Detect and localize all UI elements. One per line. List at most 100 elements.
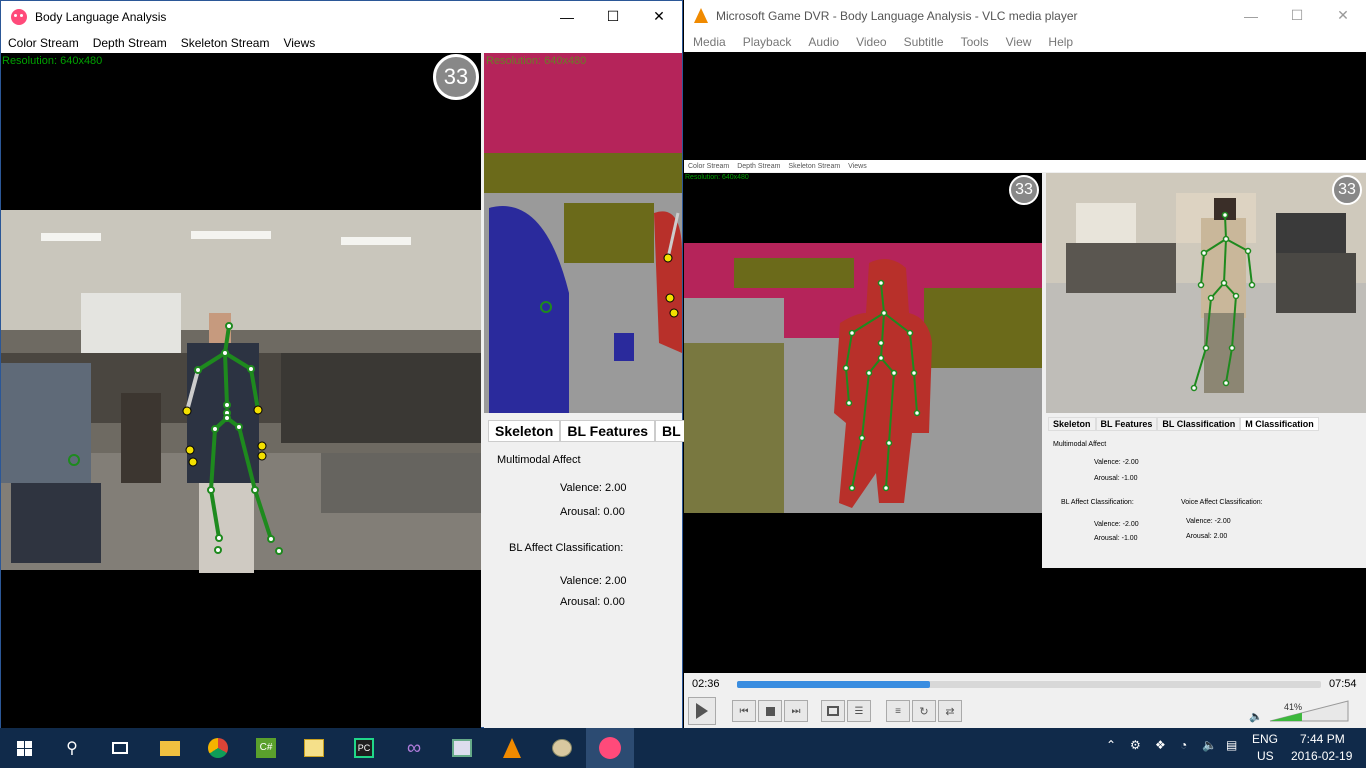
tab-skeleton[interactable]: Skeleton [488,420,561,442]
embedded-menu-bar: Color Stream Depth Stream Skeleton Strea… [684,160,1366,172]
previous-button[interactable]: ⏮ [732,700,756,722]
stop-button[interactable] [758,700,782,722]
language-bottom[interactable]: US [1257,749,1274,763]
seek-bar[interactable] [737,681,1321,688]
bl-valence: Valence: 2.00 [560,575,627,587]
multimodal-valence: Valence: 2.00 [560,482,627,494]
notification-icon[interactable]: ▤ [1226,738,1237,752]
menu-views[interactable]: Views [276,36,322,50]
previous-icon: ⏮ [739,705,749,717]
embedded-resolution-label: Resolution: 640x480 [685,174,749,181]
app-button-3[interactable] [438,728,486,768]
speaker-icon[interactable]: 🔈 [1249,710,1263,723]
menu-skeleton-stream[interactable]: Skeleton Stream [174,36,277,50]
tab-bl-features[interactable]: BL Features [560,420,656,442]
embedded-bl-arousal: Arousal: -1.00 [1094,535,1138,542]
menu-color-stream[interactable]: Color Stream [1,36,86,50]
shuffle-icon: ⇄ [945,705,955,718]
maximize-button[interactable]: ☐ [590,1,636,32]
bl-arousal: Arousal: 0.00 [560,596,625,608]
clock-date[interactable]: 2016-02-19 [1291,749,1352,763]
volume-label: 41% [1284,702,1303,712]
body-language-taskbar-button[interactable] [586,728,634,768]
depth-resolution-label: Resolution: 640x480 [486,55,587,67]
language-top[interactable]: ENG [1252,732,1278,746]
chevron-up-icon[interactable]: ⌃ [1106,738,1116,752]
vlc-menu-tools[interactable]: Tools [952,35,997,49]
vlc-minimize-button[interactable]: — [1228,0,1274,31]
vlc-menu-video[interactable]: Video [847,35,894,49]
embedded-color-view: 33 [1046,173,1366,413]
network-icon[interactable]: ◔ [1180,738,1187,752]
fullscreen-button[interactable] [821,700,845,722]
vlc-menu-help[interactable]: Help [1039,35,1081,49]
equalizer-icon: ☰ [854,705,864,717]
color-frame [1,210,481,573]
app-button-1[interactable]: C# [242,728,290,768]
chrome-icon [208,738,228,758]
embedded-voice-arousal: Arousal: 2.00 [1186,533,1228,540]
embedded-menu-color: Color Stream [688,162,730,170]
next-button[interactable]: ⏭ [784,700,808,722]
extended-settings-button[interactable]: ☰ [847,700,871,722]
app-button-2[interactable] [290,728,338,768]
loop-button[interactable]: ↻ [912,700,936,722]
vlc-menu-media[interactable]: Media [684,35,734,49]
seek-progress [737,681,930,688]
volume-slider[interactable] [1268,699,1350,723]
window-title: Body Language Analysis [35,9,167,24]
close-button[interactable]: ✕ [636,1,682,32]
playlist-icon: ≡ [895,705,901,717]
start-button[interactable] [0,728,48,768]
video-frame: Color Stream Depth Stream Skeleton Strea… [684,160,1366,568]
vlc-menu-view[interactable]: View [997,35,1040,49]
menu-depth-stream[interactable]: Depth Stream [86,36,174,50]
vlc-title-bar[interactable]: Microsoft Game DVR - Body Language Analy… [684,0,1366,31]
file-explorer-button[interactable] [146,728,194,768]
vlc-maximize-button[interactable]: ☐ [1274,0,1320,31]
pycharm-icon: PC [354,738,374,758]
fullscreen-icon [827,706,839,716]
settings-tray-icon[interactable]: ⚙ [1130,738,1141,752]
vlc-taskbar-button[interactable] [488,728,536,768]
play-icon [696,703,708,719]
depth-stream-view: Resolution: 640x480 [484,53,682,413]
embedded-color-frame [1046,173,1366,413]
vlc-menu-playback[interactable]: Playback [734,35,800,49]
time-elapsed: 02:36 [692,678,720,690]
search-button[interactable]: ⚲ [48,728,96,768]
minimize-button[interactable]: — [544,1,590,32]
vlc-cone-icon [694,8,708,23]
shuffle-button[interactable]: ⇄ [938,700,962,722]
embedded-menu-skeleton: Skeleton Stream [788,162,841,170]
vlc-menu-audio[interactable]: Audio [799,35,847,49]
body-language-icon [599,737,621,759]
fps-badge: 33 [433,54,479,100]
vlc-menu-subtitle[interactable]: Subtitle [895,35,952,49]
visual-studio-button[interactable]: ∞ [390,728,438,768]
time-total: 07:54 [1329,678,1357,690]
volume-icon[interactable]: 🔈 [1202,738,1217,752]
editor-icon [304,739,324,757]
tab-strip: Skeleton BL Features BL C [488,420,702,442]
pycharm-button[interactable]: PC [340,728,388,768]
playlist-button[interactable]: ≡ [886,700,910,722]
embedded-depth-frame [684,243,1042,513]
task-view-button[interactable] [96,728,144,768]
color-stream-view: Resolution: 640x480 33 [1,53,481,728]
paint-button[interactable] [538,728,586,768]
taskbar: ⚲ C# PC ∞ ⌃ ⚙ ❖ ◔ 🔈 ▤ ENG US 7:44 PM 201… [0,728,1366,768]
app-icon [11,8,27,25]
vlc-menu-bar: Media Playback Audio Video Subtitle Tool… [684,31,1366,52]
window-app-icon [452,739,472,757]
title-bar[interactable]: Body Language Analysis — ☐ ✕ [1,1,682,32]
dropbox-icon[interactable]: ❖ [1155,738,1166,752]
play-button[interactable] [688,697,716,725]
chrome-button[interactable] [194,728,242,768]
vlc-close-button[interactable]: ✕ [1320,0,1366,31]
clock-time[interactable]: 7:44 PM [1300,732,1345,746]
fps-value: 33 [443,64,469,89]
embedded-tab-bl-features: BL Features [1095,417,1158,431]
embedded-m-valence: Valence: -2.00 [1094,459,1139,466]
embedded-multimodal-heading: Multimodal Affect [1053,441,1107,448]
